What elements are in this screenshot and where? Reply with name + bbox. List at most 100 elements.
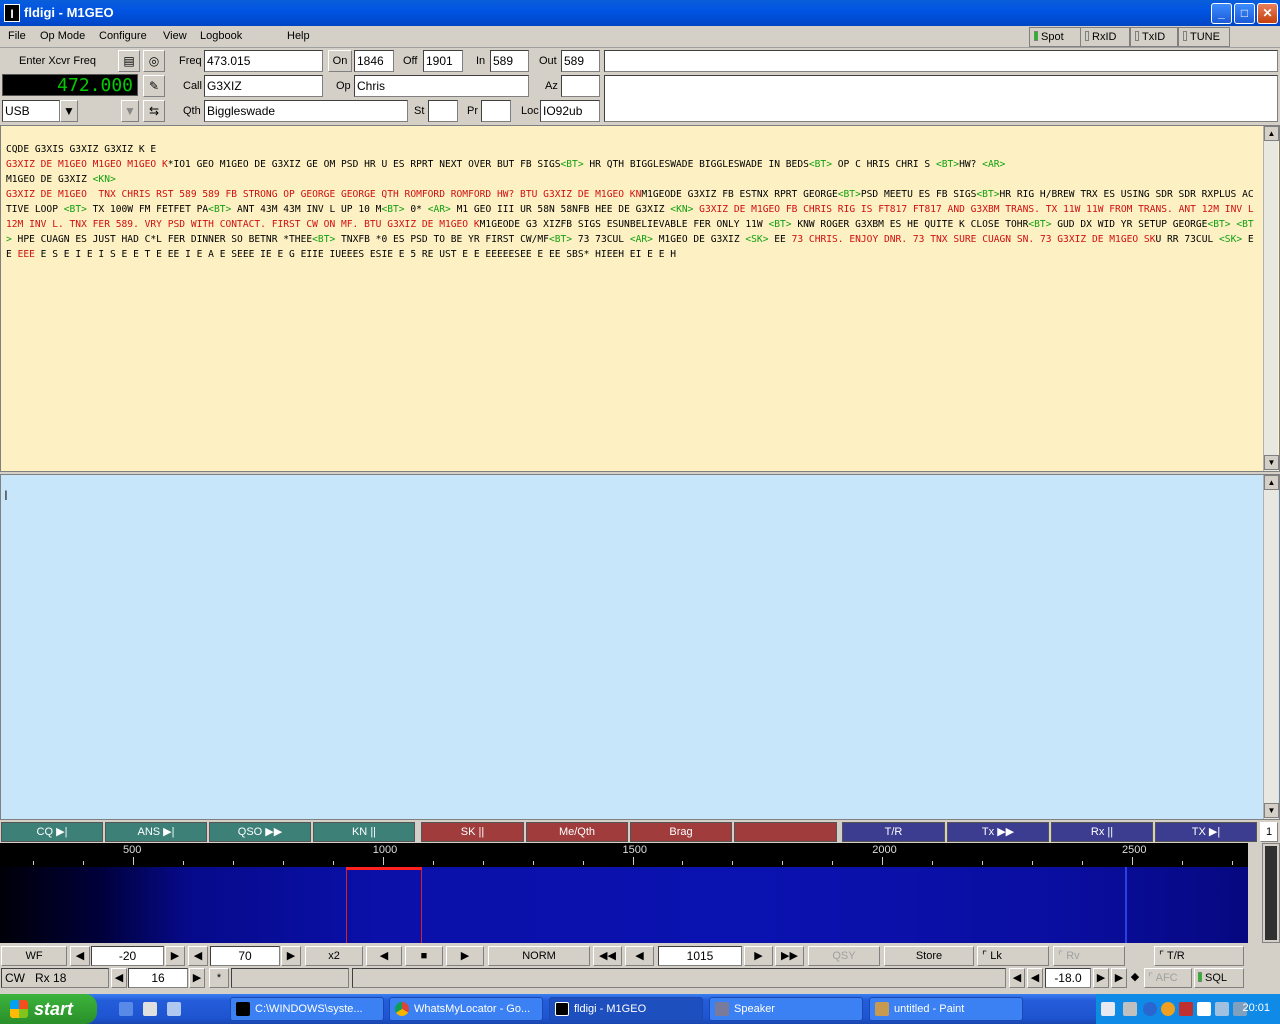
op-name-field[interactable]: Chris <box>354 75 529 97</box>
macro-qso-button[interactable]: QSO ▶▶ <box>209 822 311 842</box>
left-arrow-icon[interactable]: ◀ <box>111 968 127 988</box>
menu-help[interactable]: Help <box>287 30 310 42</box>
ie-icon[interactable] <box>119 1002 133 1016</box>
waterfall-display[interactable] <box>0 867 1248 943</box>
sql-toggle[interactable]: SQL <box>1194 968 1244 988</box>
close-button[interactable]: ✕ <box>1257 3 1278 24</box>
macro-rx-button[interactable]: Rx || <box>1051 822 1153 842</box>
chevron-left-icon[interactable] <box>1143 1002 1157 1016</box>
desktop-icon[interactable] <box>143 1002 157 1016</box>
state-field[interactable] <box>428 100 458 122</box>
task-speaker[interactable]: Speaker <box>709 997 863 1021</box>
app-tray-icon[interactable] <box>1197 1002 1211 1016</box>
spinner-icon[interactable]: ◆ <box>1128 968 1142 988</box>
stop-icon[interactable]: ■ <box>405 946 443 966</box>
fast-rewind-icon[interactable]: ◀◀ <box>593 946 622 966</box>
right-arrow-icon[interactable]: ▶ <box>744 946 773 966</box>
macro-tx-button[interactable]: Tx ▶▶ <box>947 822 1049 842</box>
network-icon[interactable] <box>1123 1002 1137 1016</box>
macro-empty-button[interactable] <box>734 822 837 842</box>
chrome-tray-icon[interactable] <box>1161 1002 1175 1016</box>
volume-icon[interactable] <box>1215 1002 1229 1016</box>
menu-configure[interactable]: Configure <box>99 30 147 42</box>
afc-toggle[interactable]: ⌜ AFC <box>1144 968 1192 988</box>
lock-toggle[interactable]: ⌜ Lk <box>977 946 1049 966</box>
qsy-button[interactable]: QSY <box>808 946 880 966</box>
spot-toggle[interactable]: Spot <box>1029 27 1081 47</box>
qso-notes-area[interactable] <box>604 75 1278 122</box>
norm-button[interactable]: NORM <box>488 946 590 966</box>
rst-in-field[interactable]: 589 <box>490 50 529 72</box>
help-icon[interactable] <box>1101 1002 1115 1016</box>
menu-op-mode[interactable]: Op Mode <box>40 30 85 42</box>
task-paint[interactable]: untitled - Paint <box>869 997 1023 1021</box>
task-chrome[interactable]: WhatsMyLocator - Go... <box>389 997 543 1021</box>
scroll-up-icon[interactable]: ▲ <box>1264 126 1279 141</box>
carrier-freq-field[interactable]: 1015 <box>658 946 742 966</box>
right-arrow-icon[interactable]: ▶ <box>189 968 205 988</box>
rxid-toggle[interactable]: RxID <box>1080 27 1130 47</box>
rst-out-field[interactable]: 589 <box>561 50 600 72</box>
broom-icon[interactable]: ✎ <box>143 75 165 97</box>
antivirus-icon[interactable] <box>1179 1002 1193 1016</box>
waterfall-side-slider[interactable] <box>1262 843 1280 943</box>
time-off-field[interactable]: 1901 <box>423 50 463 72</box>
on-button[interactable]: On <box>328 50 352 72</box>
tx-scrollbar[interactable]: ▲ ▼ <box>1263 475 1279 819</box>
menu-logbook[interactable]: Logbook <box>200 30 242 42</box>
left-arrow-icon[interactable]: ◀ <box>625 946 654 966</box>
txid-toggle[interactable]: TxID <box>1130 27 1178 47</box>
time-on-field[interactable]: 1846 <box>354 50 394 72</box>
wf-mode-button[interactable]: WF <box>1 946 67 966</box>
macro-brag-button[interactable]: Brag <box>630 822 732 842</box>
tune-toggle[interactable]: TUNE <box>1178 27 1230 47</box>
store-button[interactable]: Store <box>884 946 974 966</box>
receive-text-pane[interactable]: CQDE G3XIS G3XIZ G3XIZ K E G3XIZ DE M1GEO… <box>0 125 1280 472</box>
left-arrow-icon[interactable]: ◀ <box>1027 968 1043 988</box>
fast-rewind-icon[interactable]: ◀ <box>1009 968 1025 988</box>
reverse-toggle[interactable]: ⌜ Rv <box>1053 946 1125 966</box>
slow-left-icon[interactable]: ◀ <box>366 946 402 966</box>
scroll-down-icon[interactable]: ▼ <box>1264 803 1279 818</box>
fast-forward-icon[interactable]: ▶▶ <box>775 946 804 966</box>
xcvr-freq-display[interactable]: 472.000 <box>2 74 138 96</box>
tr-toggle[interactable]: ⌜ T/R <box>1154 946 1244 966</box>
locator-field[interactable]: IO92ub <box>540 100 600 122</box>
right-arrow-icon[interactable]: ▶ <box>1093 968 1109 988</box>
rig-icon[interactable]: ◎ <box>143 50 165 72</box>
macro-kn-button[interactable]: KN || <box>313 822 415 842</box>
maximize-button[interactable]: □ <box>1234 3 1255 24</box>
reset-button[interactable]: * <box>209 968 229 988</box>
rx-scrollbar[interactable]: ▲ ▼ <box>1263 126 1279 471</box>
minimize-button[interactable]: _ <box>1211 3 1232 24</box>
macro-tx-stop-button[interactable]: TX ▶| <box>1155 822 1257 842</box>
notes-field[interactable] <box>604 50 1278 72</box>
mode-status[interactable]: CW Rx 18 <box>1 968 109 988</box>
macro-cq-button[interactable]: CQ ▶| <box>1 822 103 842</box>
macro-ans-button[interactable]: ANS ▶| <box>105 822 207 842</box>
right-arrow-icon[interactable]: ▶ <box>165 946 185 966</box>
right-arrow-icon[interactable]: ▶ <box>281 946 301 966</box>
left-arrow-icon[interactable]: ◀ <box>188 946 208 966</box>
wpm-field[interactable]: 16 <box>128 968 188 988</box>
scroll-up-icon[interactable]: ▲ <box>1264 475 1279 490</box>
zoom-button[interactable]: x2 <box>305 946 363 966</box>
start-button[interactable]: start <box>0 994 97 1024</box>
mode-select[interactable]: USB <box>2 100 60 122</box>
call-field[interactable]: G3XIZ <box>204 75 323 97</box>
macro-sk-button[interactable]: SK || <box>421 822 524 842</box>
frequency-scale[interactable]: 500 1000 1500 2000 2500 <box>0 843 1248 867</box>
scroll-down-icon[interactable]: ▼ <box>1264 455 1279 470</box>
explorer-icon[interactable] <box>167 1002 181 1016</box>
macro-tr-button[interactable]: T/R <box>842 822 945 842</box>
task-cmd[interactable]: C:\WINDOWS\syste... <box>230 997 384 1021</box>
memory-icon[interactable]: ▤ <box>118 50 140 72</box>
task-fldigi[interactable]: fldigi - M1GEO <box>549 997 703 1021</box>
title-bar[interactable]: I fldigi - M1GEO _ □ ✕ <box>0 0 1280 26</box>
slow-right-icon[interactable]: ▶ <box>446 946 484 966</box>
menu-view[interactable]: View <box>163 30 187 42</box>
azimuth-field[interactable] <box>561 75 600 97</box>
macro-me-qth-button[interactable]: Me/Qth <box>526 822 628 842</box>
wf-range-field[interactable]: 70 <box>210 946 280 966</box>
fast-forward-icon[interactable]: ▶ <box>1111 968 1127 988</box>
